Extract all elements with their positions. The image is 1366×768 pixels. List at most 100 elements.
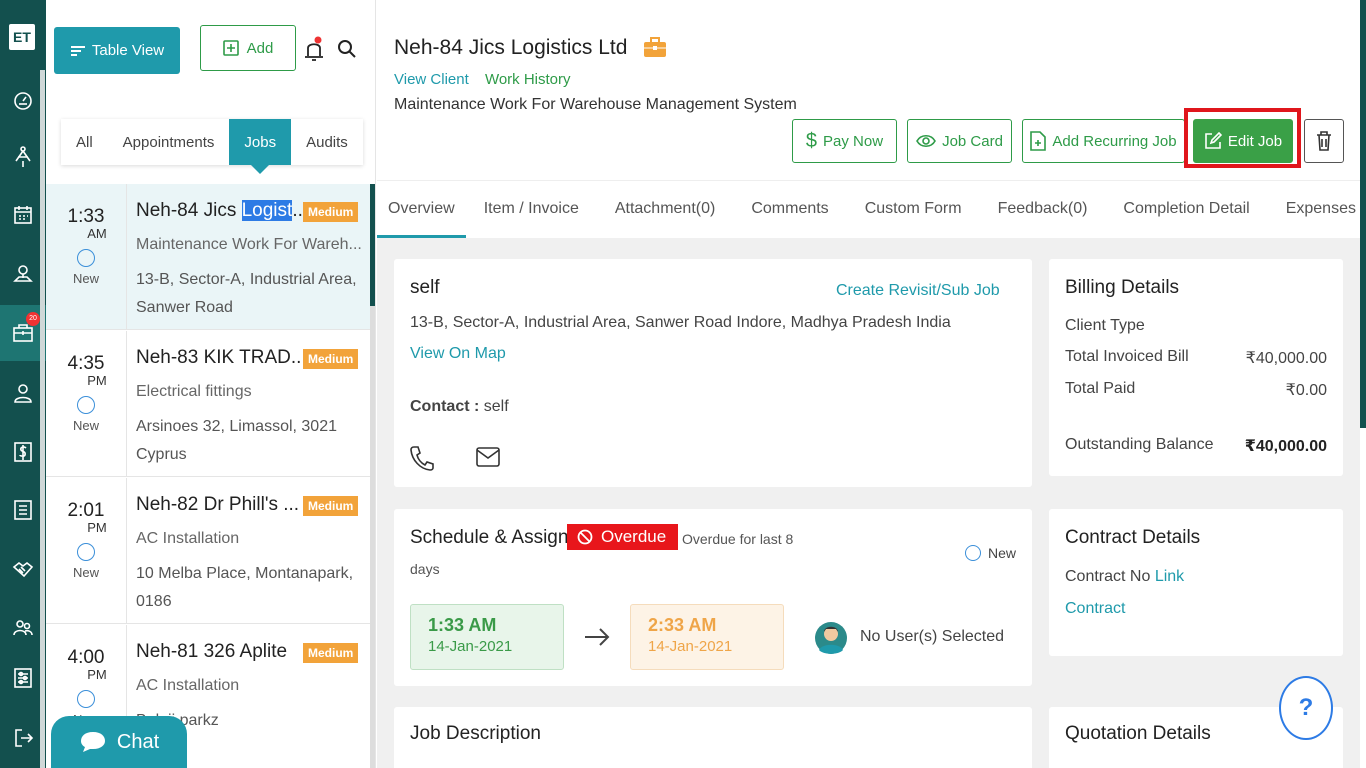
- logout-icon[interactable]: [8, 723, 38, 753]
- job-address: 10 Melba Place, Montanapark, 0186: [136, 565, 354, 610]
- job-header: Neh-84 Jics Logistics Ltd View Client Wo…: [377, 0, 1366, 180]
- add-recurring-label: Add Recurring Job: [1052, 132, 1177, 150]
- job-card-button[interactable]: Job Card: [907, 119, 1012, 163]
- total-paid-value: ₹0.00: [1285, 382, 1327, 399]
- tab-comments[interactable]: Comments: [733, 181, 846, 238]
- tab-completion-detail[interactable]: Completion Detail: [1105, 181, 1267, 238]
- tab-custom-form[interactable]: Custom Form: [847, 181, 980, 238]
- detail-tabs: Overview Item / Invoice Attachment(0) Co…: [377, 180, 1366, 238]
- job-list-item[interactable]: 4:35 PM New Neh-83 KIK TRAD... Medium El…: [46, 331, 370, 477]
- tab-attachment[interactable]: Attachment(0): [597, 181, 733, 238]
- main-scrollbar[interactable]: [1360, 0, 1366, 768]
- total-invoiced-label: Total Invoiced Bill: [1065, 348, 1189, 365]
- status-circle-icon: [965, 545, 981, 561]
- list-icon[interactable]: [8, 495, 38, 525]
- status-circle-icon: [77, 249, 95, 267]
- rail-scrollbar[interactable]: [40, 70, 45, 768]
- avatar[interactable]: [815, 618, 847, 656]
- search-icon[interactable]: [336, 38, 358, 65]
- main-scrollbar-thumb[interactable]: [1360, 0, 1366, 428]
- eye-icon: [916, 134, 936, 148]
- outstanding-value: ₹40,000.00: [1244, 438, 1327, 455]
- list-tabs: All Appointments Jobs Audits: [61, 119, 363, 174]
- overdue-text: Overdue for last 8: [682, 531, 794, 547]
- job-list-item[interactable]: 1:33 AM New Neh-84 Jics Logist... Medium…: [46, 184, 370, 330]
- user-icon[interactable]: [8, 378, 38, 408]
- status-circle-icon: [77, 396, 95, 414]
- view-client-link[interactable]: View Client: [394, 71, 469, 88]
- contract-no-row: Contract No Link: [1065, 568, 1184, 586]
- contract-link[interactable]: Link: [1155, 568, 1184, 585]
- contract-card: Contract Details Contract No Link Contra…: [1049, 509, 1343, 656]
- table-view-button[interactable]: Table View: [54, 27, 180, 74]
- overdue-text-days: days: [410, 561, 440, 577]
- phone-icon[interactable]: [410, 445, 434, 476]
- list-scrollbar-thumb[interactable]: [370, 184, 375, 306]
- job-ampm: AM: [87, 226, 107, 241]
- job-time: 2:01: [67, 500, 105, 521]
- job-title: Neh-83 KIK TRAD...: [136, 347, 307, 368]
- tab-jobs[interactable]: Jobs: [229, 119, 292, 174]
- end-time: 2:33 AM: [648, 615, 717, 635]
- client-card: self Create Revisit/Sub Job 13-B, Sector…: [394, 259, 1032, 487]
- add-button[interactable]: Add: [200, 25, 296, 71]
- delete-button[interactable]: [1304, 119, 1344, 163]
- dashboard-icon[interactable]: [8, 86, 38, 116]
- bell-icon[interactable]: [303, 36, 325, 69]
- work-history-link[interactable]: Work History: [485, 71, 571, 88]
- job-title: Neh-82 Dr Phill's ...: [136, 494, 300, 515]
- dollar-icon[interactable]: [8, 437, 38, 467]
- status-circle-icon: [77, 543, 95, 561]
- end-time-box[interactable]: 2:33 AM 14-Jan-2021: [630, 604, 784, 670]
- help-button[interactable]: ?: [1279, 676, 1333, 740]
- job-time: 1:33: [67, 206, 105, 227]
- tab-overview[interactable]: Overview: [377, 181, 466, 238]
- job-desc: AC Installation: [136, 677, 240, 694]
- outstanding-label: Outstanding Balance: [1065, 436, 1214, 453]
- job-title-row: Neh-84 Jics Logistics Ltd: [394, 36, 667, 60]
- tab-expenses[interactable]: Expenses: [1268, 181, 1366, 238]
- client-address: 13-B, Sector-A, Industrial Area, Sanwer …: [410, 314, 951, 331]
- team-icon[interactable]: [8, 613, 38, 643]
- job-subtitle: Maintenance Work For Warehouse Managemen…: [394, 96, 797, 113]
- job-ampm: PM: [87, 373, 107, 388]
- tab-all[interactable]: All: [61, 119, 108, 165]
- mail-icon[interactable]: [476, 447, 500, 472]
- tab-appointments[interactable]: Appointments: [108, 119, 230, 165]
- funnel-icon[interactable]: [8, 142, 38, 172]
- handshake-icon[interactable]: [8, 554, 38, 584]
- job-time: 4:35: [67, 353, 105, 374]
- job-address: 13-B, Sector-A, Industrial Area, Sanwer …: [136, 271, 357, 316]
- client-type-label: Client Type: [1065, 317, 1145, 334]
- create-revisit-link[interactable]: Create Revisit/Sub Job: [836, 282, 1000, 300]
- end-date: 14-Jan-2021: [648, 638, 733, 655]
- tab-audits[interactable]: Audits: [291, 119, 363, 165]
- overdue-label: Overdue: [601, 527, 667, 546]
- file-plus-icon: [1030, 131, 1047, 151]
- start-time-box[interactable]: 1:33 AM 14-Jan-2021: [410, 604, 564, 670]
- list-scrollbar-track[interactable]: [370, 306, 375, 768]
- tab-feedback[interactable]: Feedback(0): [980, 181, 1106, 238]
- view-on-map-link[interactable]: View On Map: [410, 345, 506, 363]
- schedule-card: Schedule & Assign Overdue Overdue for la…: [394, 509, 1032, 686]
- tab-item-invoice[interactable]: Item / Invoice: [466, 181, 597, 238]
- job-list-item[interactable]: 2:01 PM New Neh-82 Dr Phill's ... Medium…: [46, 478, 370, 624]
- job-description-title: Job Description: [410, 723, 541, 744]
- sort-lines-icon: [70, 45, 85, 56]
- calendar-icon[interactable]: [8, 200, 38, 230]
- job-title: Neh-84 Jics Logist...: [136, 200, 309, 221]
- chat-button[interactable]: Chat: [51, 716, 187, 768]
- contract-link-2[interactable]: Contract: [1065, 600, 1125, 618]
- total-invoiced-value: ₹40,000.00: [1245, 350, 1327, 367]
- job-desc: Maintenance Work For Wareh...: [136, 236, 362, 253]
- settings-icon[interactable]: [8, 663, 38, 693]
- jobs-badge: 20: [26, 312, 40, 326]
- job-list-pane: Table View Add All Appointments Jobs Aud…: [46, 0, 376, 768]
- job-status: New: [72, 271, 99, 286]
- arrow-right-icon: [583, 627, 611, 652]
- billing-title: Billing Details: [1065, 277, 1180, 298]
- pay-now-button[interactable]: $ Pay Now: [792, 119, 897, 163]
- add-recurring-job-button[interactable]: Add Recurring Job: [1022, 119, 1185, 163]
- job-description-card: Job Description: [394, 707, 1032, 768]
- map-icon[interactable]: [8, 258, 38, 288]
